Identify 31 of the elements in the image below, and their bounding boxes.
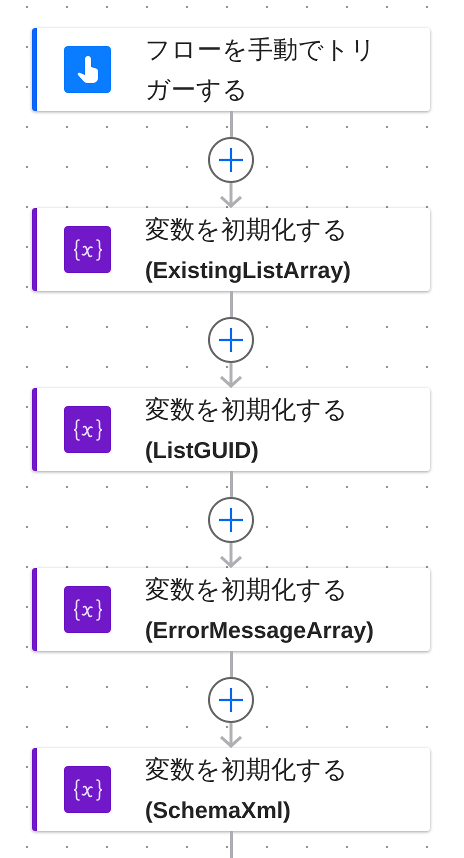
step-variable-name: (ListGUID): [145, 436, 260, 465]
step-title: 変数を初期化する: [145, 214, 349, 246]
arrow-connector: [219, 363, 243, 388]
hand-pointer-icon: [76, 56, 98, 84]
variable-icon: [72, 596, 102, 622]
step-title: 変数を初期化する: [145, 394, 349, 426]
step-variable-name: (ExistingListArray): [145, 256, 352, 285]
step-variable-name: (ErrorMessageArray): [145, 616, 375, 645]
step-title: 変数を初期化する: [145, 574, 349, 606]
add-step-button[interactable]: [208, 497, 254, 543]
flow-step-card[interactable]: 変数を初期化する (SchemaXml): [32, 748, 430, 831]
flow-step-card[interactable]: フローを手動でトリガーする: [32, 28, 430, 111]
flow-step-card[interactable]: 変数を初期化する (ExistingListArray): [32, 208, 430, 291]
plus-icon: [218, 687, 244, 713]
add-step-button[interactable]: [208, 317, 254, 363]
step-title: 変数を初期化する: [145, 754, 349, 786]
step-variable-name: (SchemaXml): [145, 796, 292, 825]
step-title: フローを手動でトリガーする: [145, 34, 377, 106]
variable-icon: [72, 236, 102, 262]
plus-icon: [218, 507, 244, 533]
add-step-button[interactable]: [208, 677, 254, 723]
arrow-connector: [219, 723, 243, 748]
variable-icon: [72, 416, 102, 442]
flow-step-card[interactable]: 変数を初期化する (ErrorMessageArray): [32, 568, 430, 651]
arrow-connector: [219, 183, 243, 208]
arrow-connector: [219, 543, 243, 568]
variable-icon: [72, 776, 102, 802]
plus-icon: [218, 327, 244, 353]
plus-icon: [218, 147, 244, 173]
add-step-button[interactable]: [208, 137, 254, 183]
flow-step-card[interactable]: 変数を初期化する (ListGUID): [32, 388, 430, 471]
